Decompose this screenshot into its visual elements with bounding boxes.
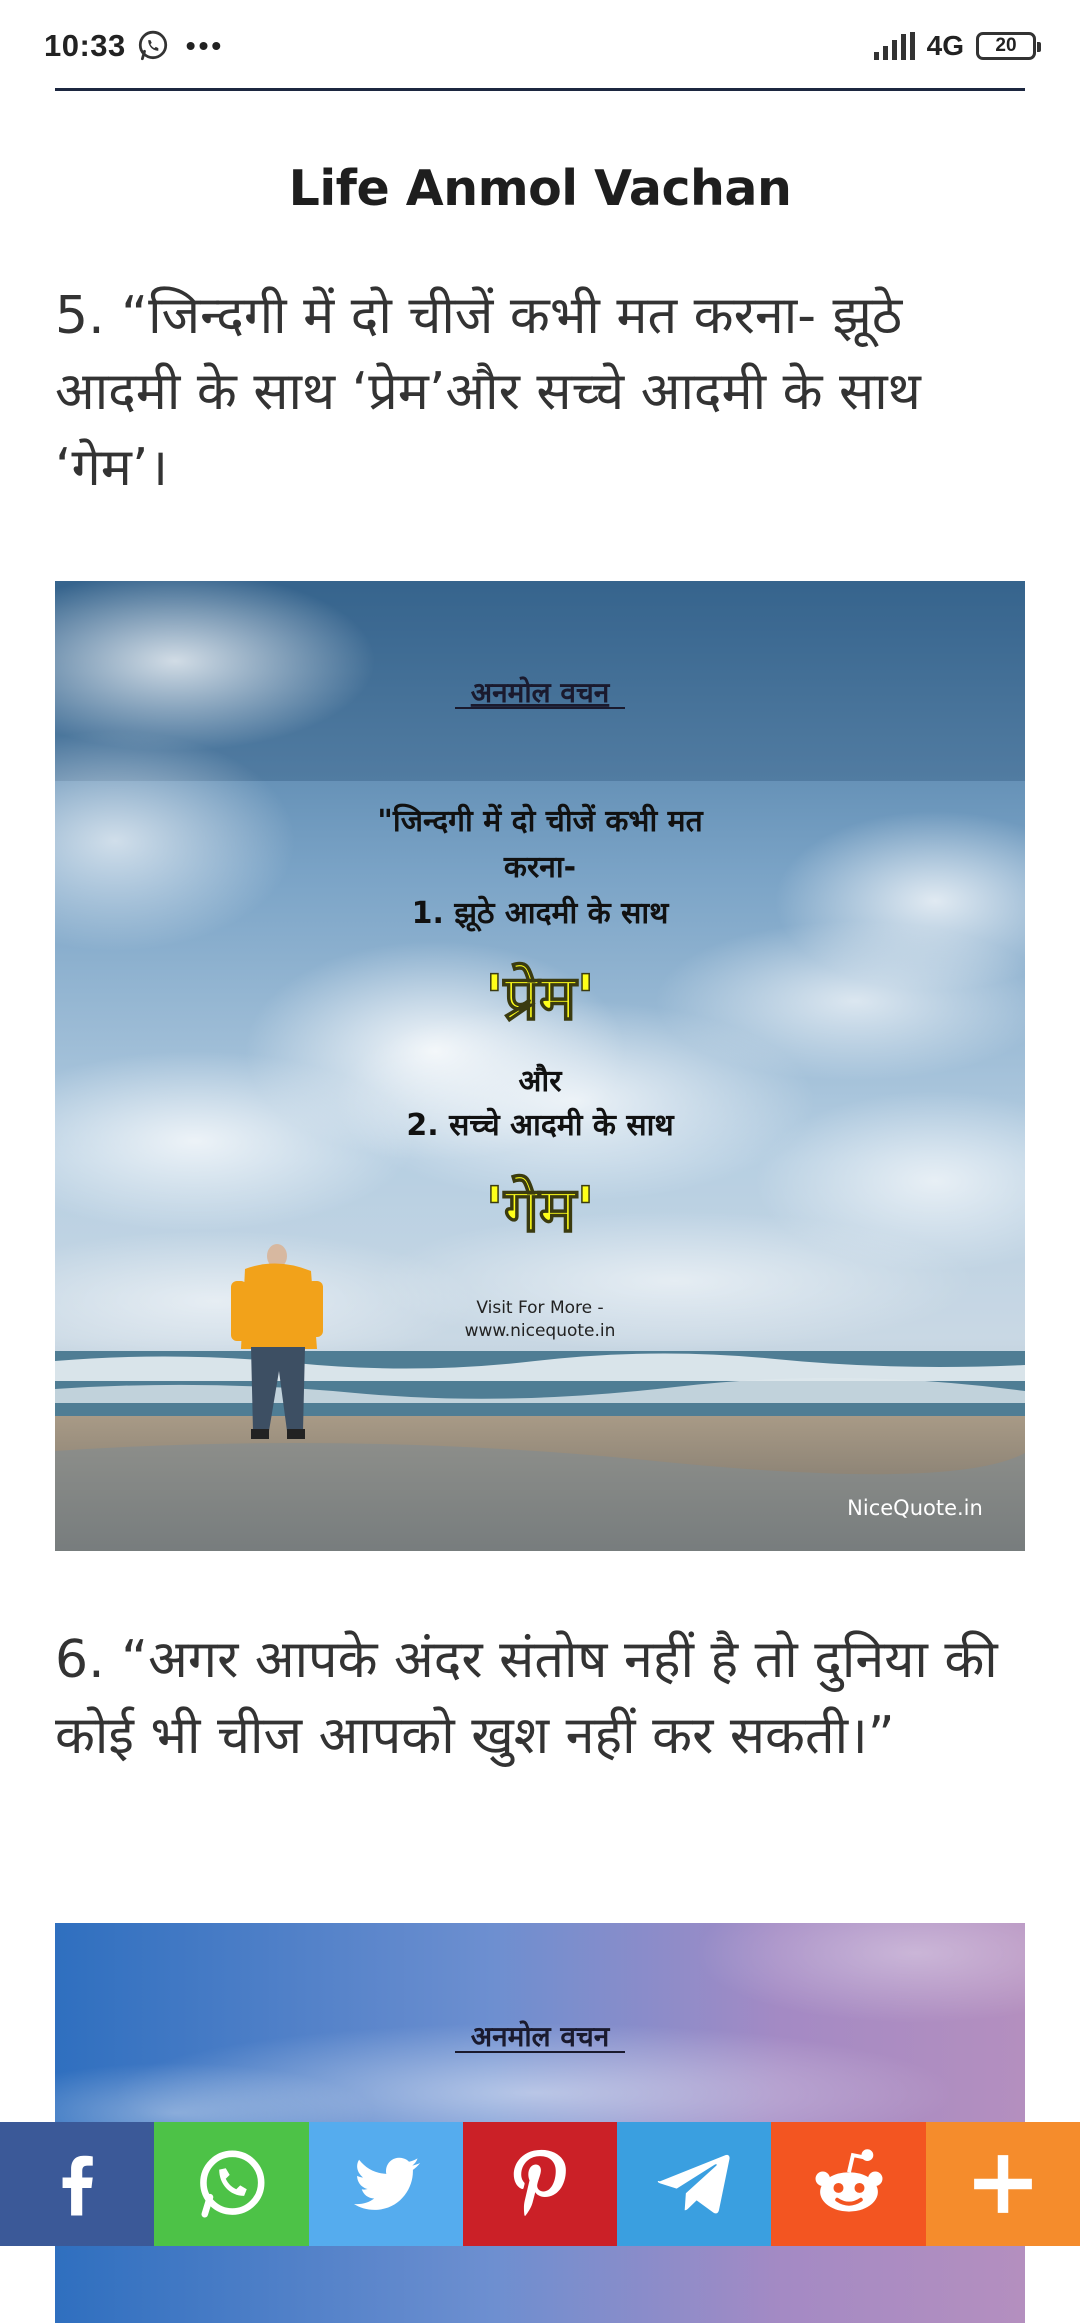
facebook-icon: [62, 2155, 93, 2216]
status-left: 10:33 •••: [44, 28, 224, 64]
whatsapp-icon: [138, 30, 167, 61]
header-divider: [55, 88, 1025, 91]
image-1-line2: करना-: [503, 850, 576, 885]
signal-icon: [873, 32, 915, 60]
share-facebook-button[interactable]: [0, 2122, 155, 2246]
quote-image-1[interactable]: अनमोल वचन "जिन्दगी में दो चीजें कभी मत क…: [55, 581, 1025, 1551]
quote-6-text: 6. “अगर आपके अंदर संतोष नहीं है तो दुनिय…: [55, 1630, 998, 1766]
plus-icon: [973, 2155, 1032, 2213]
twitter-icon: [353, 2157, 420, 2210]
page-title: Life Anmol Vachan: [288, 160, 792, 217]
image-1-heading: अनमोल वचन: [471, 676, 611, 709]
battery-icon: 20: [976, 32, 1041, 60]
image-1-watermark: NiceQuote.in: [847, 1496, 983, 1520]
image-1-highlight-game: 'गेम': [485, 1173, 595, 1246]
telegram-icon: [658, 2154, 730, 2214]
network-type: 4G: [926, 30, 964, 61]
image-1-line4: और: [519, 1063, 564, 1099]
status-overflow-icon: •••: [185, 30, 225, 61]
pinterest-icon: [513, 2149, 566, 2216]
quote-5-text: 5. “जिन्दगी में दो चीजें कभी मत करना- झू…: [55, 286, 921, 498]
share-telegram-button[interactable]: [617, 2122, 772, 2246]
share-pinterest-button[interactable]: [462, 2122, 618, 2246]
share-twitter-button[interactable]: [308, 2122, 463, 2246]
share-reddit-button[interactable]: [771, 2122, 926, 2246]
whatsapp-icon: [200, 2150, 265, 2218]
status-right: 4G 20: [873, 30, 1041, 62]
image-1-site: www.nicequote.in: [465, 1321, 616, 1341]
battery-level: 20: [995, 35, 1017, 56]
image-1-line1: "जिन्दगी में दो चीजें कभी मत: [377, 803, 704, 839]
image-1-line5: 2. सच्चे आदमी के साथ: [406, 1107, 675, 1143]
status-bar: 10:33 ••• 4G 20: [0, 0, 1080, 92]
quote-image-1-graphic: अनमोल वचन "जिन्दगी में दो चीजें कभी मत क…: [55, 581, 1025, 1551]
reddit-icon: [815, 2149, 883, 2212]
image-1-highlight-prem: 'प्रेम': [485, 961, 595, 1034]
status-time: 10:33: [44, 28, 126, 63]
image-1-line3: 1. झूठे आदमी के साथ: [412, 895, 671, 932]
image-1-visit: Visit For More -: [476, 1298, 603, 1318]
image-2-heading: अनमोल वचन: [471, 2020, 611, 2053]
share-more-button[interactable]: [925, 2122, 1080, 2246]
share-bar: [0, 2122, 1080, 2246]
share-whatsapp-button[interactable]: [154, 2122, 309, 2246]
